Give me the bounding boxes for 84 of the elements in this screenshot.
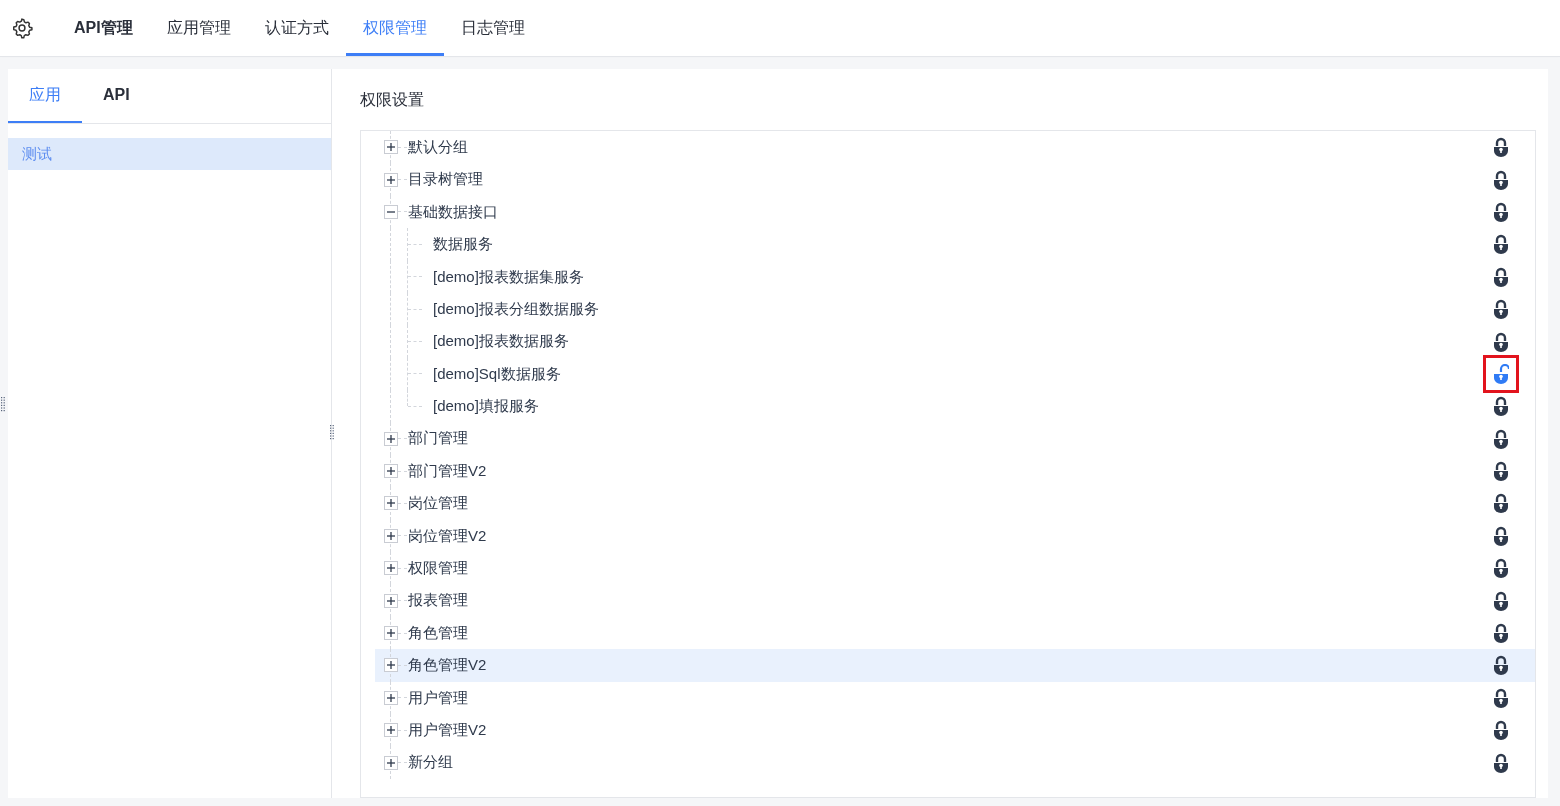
tree-row[interactable]: 部门管理V2 xyxy=(375,454,1535,488)
lock-icon[interactable] xyxy=(1493,655,1509,676)
tree-row[interactable]: 新分组 xyxy=(375,746,1535,779)
drag-handle-icon[interactable] xyxy=(1,397,5,413)
tree-node-label[interactable]: 基础数据接口 xyxy=(408,200,498,224)
lock-icon[interactable] xyxy=(1493,461,1509,482)
expand-icon[interactable] xyxy=(384,140,398,155)
tree-row[interactable]: [demo]Sql数据服务 xyxy=(375,357,1535,391)
tree-node-label[interactable]: [demo]填报服务 xyxy=(433,395,539,418)
tree-node-label[interactable]: 用户管理 xyxy=(408,686,468,710)
tree-node-label[interactable]: 目录树管理 xyxy=(408,168,483,191)
lock-icon[interactable] xyxy=(1493,234,1509,255)
tree-row[interactable]: [demo]填报服务 xyxy=(375,390,1535,423)
tree-row[interactable]: 权限管理 xyxy=(375,552,1535,585)
tree-node-label[interactable]: 岗位管理V2 xyxy=(408,524,487,548)
expand-icon[interactable] xyxy=(384,626,398,641)
tree-row[interactable]: 用户管理V2 xyxy=(375,714,1535,747)
tree-row[interactable]: [demo]报表数据服务 xyxy=(375,325,1535,358)
tree-node-label[interactable]: 用户管理V2 xyxy=(408,718,487,742)
tree-node-label[interactable]: 数据服务 xyxy=(433,233,493,256)
lock-icon[interactable] xyxy=(1493,558,1509,579)
tree-row[interactable]: 默认分组 xyxy=(375,131,1535,164)
drag-handle-icon[interactable] xyxy=(330,425,334,441)
tree-row[interactable]: 角色管理V2 xyxy=(375,649,1535,682)
tree-node-label[interactable]: [demo]报表分组数据服务 xyxy=(433,297,599,321)
tree-node-label[interactable]: [demo]Sql数据服务 xyxy=(433,362,561,386)
unlocked-lock-icon[interactable] xyxy=(1493,363,1509,384)
nav-tab[interactable]: 日志管理 xyxy=(443,0,542,56)
expand-icon[interactable] xyxy=(384,528,398,543)
collapse-icon[interactable] xyxy=(384,204,398,219)
nav-tab[interactable]: API管理 xyxy=(57,0,150,56)
nav-tab[interactable]: 应用管理 xyxy=(149,0,248,56)
tree-node-label[interactable]: 报表管理 xyxy=(408,589,468,612)
expand-icon[interactable] xyxy=(384,723,398,738)
sidebar-tab[interactable]: API xyxy=(82,69,151,123)
lock-icon[interactable] xyxy=(1493,525,1509,546)
tree-node-label[interactable]: 角色管理 xyxy=(408,621,468,645)
nav-tab[interactable]: 权限管理 xyxy=(345,0,444,56)
tree-node-label[interactable]: 角色管理V2 xyxy=(408,654,487,677)
expand-icon[interactable] xyxy=(384,690,398,705)
expand-icon[interactable] xyxy=(384,431,398,446)
tree-node-label[interactable]: 部门管理 xyxy=(408,427,468,450)
lock-icon[interactable] xyxy=(1493,720,1509,741)
lock-icon[interactable] xyxy=(1493,331,1509,352)
tree-node-label[interactable]: [demo]报表数据集服务 xyxy=(433,265,584,288)
sidebar-tab[interactable]: 应用 xyxy=(8,69,82,123)
lock-icon[interactable] xyxy=(1493,428,1509,449)
lock-icon[interactable] xyxy=(1493,623,1509,644)
tree-row[interactable]: 部门管理 xyxy=(375,422,1535,455)
tree-node-label[interactable]: 部门管理V2 xyxy=(408,459,487,483)
tree-node-label[interactable]: 岗位管理 xyxy=(408,492,468,515)
tree-row[interactable]: 基础数据接口 xyxy=(375,195,1535,229)
lock-icon[interactable] xyxy=(1493,493,1509,514)
expand-icon[interactable] xyxy=(384,658,398,673)
expand-icon[interactable] xyxy=(384,496,398,511)
tree-node-label[interactable]: 默认分组 xyxy=(408,135,468,159)
expand-icon[interactable] xyxy=(384,561,398,576)
lock-icon[interactable] xyxy=(1493,687,1509,708)
tree-row[interactable]: 岗位管理 xyxy=(375,487,1535,520)
nav-tab[interactable]: 认证方式 xyxy=(247,0,346,56)
tree-node-label[interactable]: 新分组 xyxy=(408,751,453,774)
lock-icon[interactable] xyxy=(1493,266,1509,287)
expand-icon[interactable] xyxy=(384,755,398,770)
lock-icon[interactable] xyxy=(1493,299,1509,320)
lock-icon[interactable] xyxy=(1493,201,1509,222)
lock-icon[interactable] xyxy=(1493,169,1509,190)
panel-title: 权限设置 xyxy=(360,90,425,110)
expand-icon[interactable] xyxy=(384,464,398,479)
expand-icon[interactable] xyxy=(384,593,398,608)
tree-node-label[interactable]: 权限管理 xyxy=(408,557,468,580)
tree-node-label[interactable]: [demo]报表数据服务 xyxy=(433,330,569,353)
tree-row[interactable]: 目录树管理 xyxy=(375,163,1535,196)
tree-row[interactable]: 数据服务 xyxy=(375,228,1535,261)
tree-row[interactable]: 用户管理 xyxy=(375,681,1535,715)
lock-icon[interactable] xyxy=(1493,137,1509,158)
lock-icon[interactable] xyxy=(1493,752,1509,773)
tree-row[interactable]: 报表管理 xyxy=(375,584,1535,617)
lock-icon[interactable] xyxy=(1493,590,1509,611)
expand-icon[interactable] xyxy=(384,172,398,187)
tree-row[interactable]: 岗位管理V2 xyxy=(375,519,1535,553)
lock-icon[interactable] xyxy=(1493,396,1509,417)
tree-row[interactable]: [demo]报表分组数据服务 xyxy=(375,292,1535,326)
settings-icon[interactable] xyxy=(11,17,33,39)
tree-row[interactable]: [demo]报表数据集服务 xyxy=(375,260,1535,293)
